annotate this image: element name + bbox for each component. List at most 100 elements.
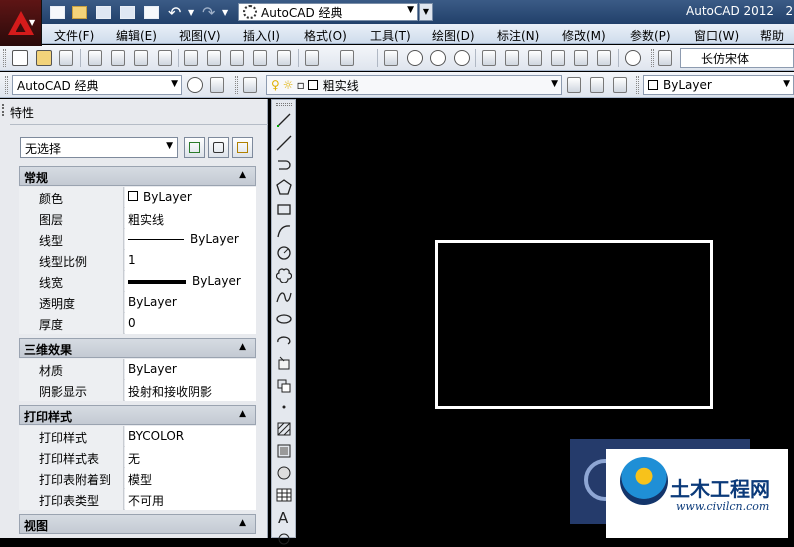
toolbar-grip[interactable] [636, 76, 639, 94]
property-value[interactable]: 不可用 [125, 489, 256, 510]
layer-state-icon[interactable] [613, 77, 627, 93]
cut-icon[interactable] [184, 50, 198, 66]
make-current-layer-icon[interactable] [567, 77, 581, 93]
property-value[interactable]: BYCOLOR [125, 426, 256, 447]
menu-tools[interactable]: 工具(T) [370, 27, 411, 44]
table-icon[interactable] [276, 487, 292, 503]
toolbar-grip[interactable] [5, 76, 8, 94]
menu-edit[interactable]: 编辑(E) [116, 27, 157, 44]
undo-icon[interactable] [305, 50, 319, 66]
save-icon[interactable] [96, 3, 111, 21]
open-file-icon[interactable] [72, 3, 87, 21]
text-style-icon[interactable] [658, 50, 672, 66]
property-value[interactable]: 模型 [125, 468, 256, 489]
property-value[interactable]: ByLayer [125, 292, 256, 313]
chevron-down-icon[interactable]: ▼ [188, 3, 194, 21]
property-value[interactable]: ByLayer [125, 229, 256, 250]
gear-icon[interactable] [187, 77, 203, 93]
property-row-plot-style-table[interactable]: 打印样式表 无 [19, 447, 256, 468]
quick-select-button[interactable] [232, 137, 253, 158]
multiline-text-icon[interactable]: A [276, 509, 292, 525]
properties-icon[interactable] [482, 50, 496, 66]
workspace-selector[interactable]: AutoCAD 经典 ▼ [238, 3, 418, 21]
property-row-plot-table-attached[interactable]: 打印表附着到 模型 [19, 468, 256, 489]
construction-line-icon[interactable] [276, 135, 292, 151]
make-block-icon[interactable] [276, 377, 292, 393]
property-row-layer[interactable]: 图层 粗实线 [19, 208, 256, 229]
menu-file[interactable]: 文件(F) [54, 27, 94, 44]
menu-draw[interactable]: 绘图(D) [432, 27, 475, 44]
new-file-icon[interactable] [12, 50, 28, 66]
gradient-icon[interactable] [276, 443, 292, 459]
undo-icon[interactable]: ↶ [168, 3, 181, 22]
ellipse-icon[interactable] [276, 311, 292, 327]
palette-grip[interactable] [2, 104, 7, 116]
menu-modify[interactable]: 修改(M) [562, 27, 606, 44]
print-icon[interactable] [144, 3, 159, 21]
open-file-icon[interactable] [36, 50, 52, 66]
chevron-down-icon[interactable]: ▼ [222, 3, 228, 21]
zoom-realtime-icon[interactable] [407, 50, 423, 66]
color-combo[interactable]: ByLayer ▼ [643, 75, 794, 95]
property-row-thickness[interactable]: 厚度 0 [19, 313, 256, 334]
toolbar-grip[interactable] [235, 76, 238, 94]
property-row-plot-style[interactable]: 打印样式 BYCOLOR [19, 426, 256, 447]
section-3d-effects[interactable]: 三维效果 ▲ [19, 338, 256, 358]
rectangle-icon[interactable] [276, 201, 292, 217]
print-icon[interactable] [88, 50, 102, 66]
quick-access-customize-button[interactable]: ▼ [419, 3, 433, 21]
property-value[interactable]: 无 [125, 447, 256, 468]
drawn-rectangle[interactable] [435, 240, 713, 409]
region-icon[interactable] [276, 465, 292, 481]
property-value[interactable]: ByLayer [125, 271, 256, 292]
property-value[interactable]: 投射和接收阴影 [125, 380, 256, 401]
select-objects-button[interactable] [208, 137, 229, 158]
menu-insert[interactable]: 插入(I) [243, 27, 280, 44]
property-row-color[interactable]: 颜色 ByLayer [19, 187, 256, 208]
menu-parametric[interactable]: 参数(P) [630, 27, 671, 44]
design-center-icon[interactable] [505, 50, 519, 66]
hatch-icon[interactable] [276, 421, 292, 437]
menu-view[interactable]: 视图(V) [179, 27, 221, 44]
polygon-icon[interactable] [276, 179, 292, 195]
ellipse-arc-icon[interactable] [276, 333, 292, 349]
block-editor-icon[interactable] [277, 50, 291, 66]
property-row-shadow-display[interactable]: 阴影显示 投射和接收阴影 [19, 380, 256, 401]
property-row-plot-table-type[interactable]: 打印表类型 不可用 [19, 489, 256, 510]
layer-previous-icon[interactable] [590, 77, 604, 93]
sheet-set-icon[interactable] [551, 50, 565, 66]
polyline-icon[interactable] [276, 157, 292, 173]
property-row-transparency[interactable]: 透明度 ByLayer [19, 292, 256, 313]
add-selected-icon[interactable] [276, 531, 292, 547]
workspace-combo[interactable]: AutoCAD 经典 ▼ [12, 75, 182, 95]
menu-dimension[interactable]: 标注(N) [497, 27, 539, 44]
property-row-material[interactable]: 材质 ByLayer [19, 359, 256, 380]
save-as-icon[interactable] [120, 3, 135, 21]
layer-combo[interactable]: ♀ ☼ ▫ 粗实线 ▼ [266, 75, 562, 95]
section-view[interactable]: 视图 ▲ [19, 514, 256, 534]
layer-manager-icon[interactable] [243, 77, 257, 93]
property-value[interactable]: 0 [125, 313, 256, 334]
point-icon[interactable] [276, 399, 292, 415]
match-properties-icon[interactable] [253, 50, 267, 66]
spline-icon[interactable] [276, 289, 292, 305]
selection-combo[interactable]: 无选择 ▼ [20, 137, 178, 158]
circle-icon[interactable] [276, 245, 292, 261]
menu-help[interactable]: 帮助 [760, 27, 784, 44]
section-plot-style[interactable]: 打印样式 ▲ [19, 405, 256, 425]
insert-block-icon[interactable] [276, 355, 292, 371]
menu-format[interactable]: 格式(O) [304, 27, 347, 44]
zoom-previous-icon[interactable] [454, 50, 470, 66]
calculator-icon[interactable] [597, 50, 611, 66]
property-row-linetype[interactable]: 线型 ByLayer [19, 229, 256, 250]
application-menu-button[interactable]: ▼ [0, 0, 42, 46]
new-file-icon[interactable] [50, 3, 65, 21]
print-preview-icon[interactable] [111, 50, 125, 66]
property-value[interactable]: ByLayer [125, 359, 256, 380]
copy-icon[interactable] [207, 50, 221, 66]
tool-palettes-icon[interactable] [528, 50, 542, 66]
redo-icon[interactable]: ↷ [202, 3, 215, 22]
pan-icon[interactable] [384, 50, 398, 66]
toolbar-grip[interactable] [651, 49, 654, 67]
redo-icon[interactable] [340, 50, 354, 66]
